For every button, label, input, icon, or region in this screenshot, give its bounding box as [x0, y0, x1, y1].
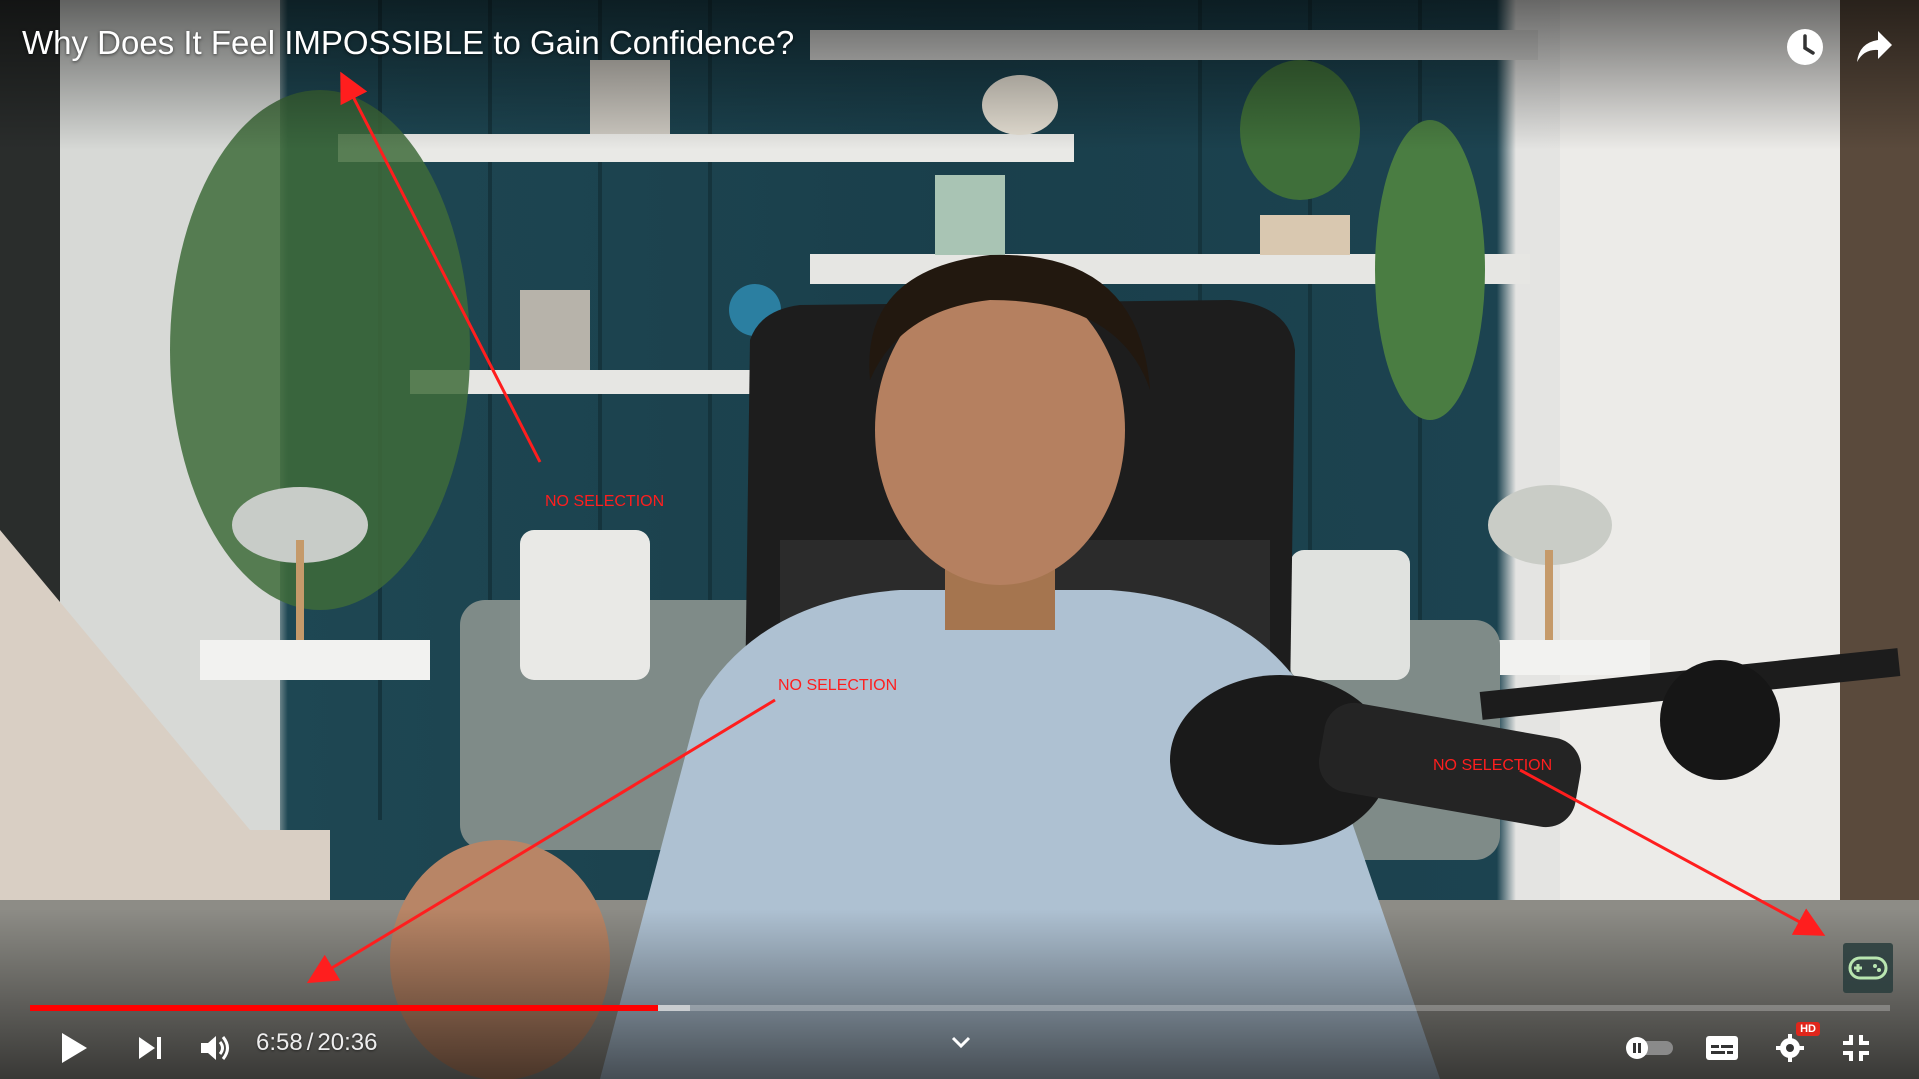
next-icon	[139, 1037, 161, 1059]
next-button[interactable]	[130, 1030, 170, 1066]
video-title[interactable]: Why Does It Feel IMPOSSIBLE to Gain Conf…	[22, 24, 794, 62]
settings-button[interactable]: HD	[1770, 1022, 1820, 1068]
current-time: 6:58	[256, 1029, 303, 1056]
game-controller-icon	[1848, 956, 1888, 980]
share-arrow-icon	[1857, 31, 1892, 62]
annotation-label: NO SELECTION	[778, 677, 898, 694]
play-button[interactable]	[52, 1028, 96, 1068]
watch-later-button[interactable]	[1780, 22, 1830, 72]
clock-icon	[1787, 29, 1823, 65]
subtitles-button[interactable]	[1702, 1030, 1742, 1066]
duration: 20:36	[317, 1029, 378, 1056]
exit-fullscreen-button[interactable]	[1836, 1028, 1876, 1068]
top-gradient	[0, 0, 1919, 150]
annotation-label: NO SELECTION	[545, 493, 665, 510]
volume-button[interactable]	[196, 1028, 236, 1068]
chapter-expand-button[interactable]	[944, 1028, 978, 1056]
play-icon	[62, 1033, 87, 1063]
subtitles-icon	[1706, 1036, 1738, 1060]
share-button[interactable]	[1849, 22, 1899, 72]
hd-badge: HD	[1796, 1022, 1820, 1036]
game-controller-button[interactable]	[1843, 943, 1893, 993]
volume-icon	[201, 1036, 229, 1060]
annotation-label: NO SELECTION	[1433, 757, 1553, 774]
time-separator: /	[306, 1029, 314, 1056]
autoplay-toggle-icon	[1626, 1037, 1673, 1059]
gear-icon	[1776, 1034, 1804, 1062]
time-display: 6:58/20:36	[256, 1029, 377, 1057]
exit-fullscreen-icon	[1843, 1035, 1869, 1061]
progress-played	[30, 1005, 659, 1011]
chevron-down-icon	[951, 1036, 971, 1049]
autoplay-toggle[interactable]	[1620, 1033, 1680, 1063]
progress-bar[interactable]	[30, 1005, 1890, 1011]
